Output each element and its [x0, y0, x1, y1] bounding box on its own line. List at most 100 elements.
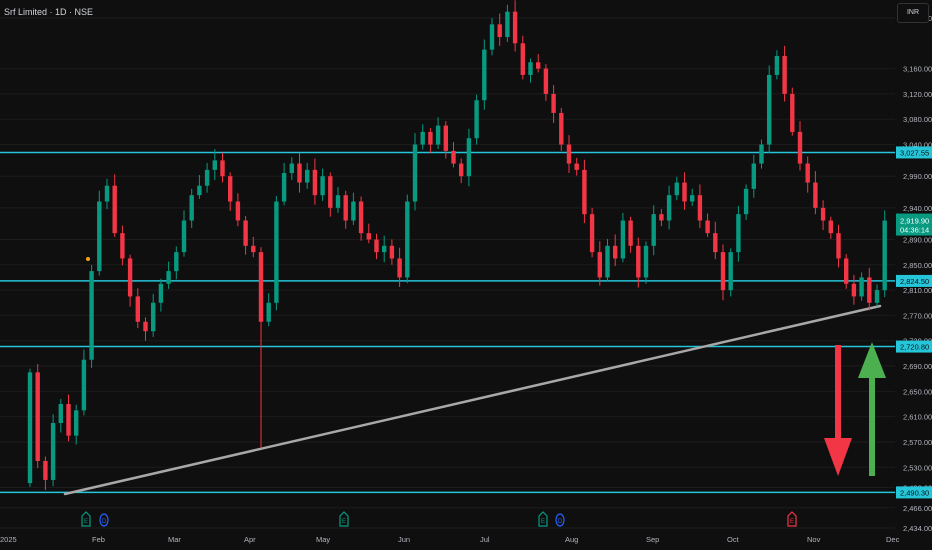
x-tick-label: Nov — [807, 535, 821, 544]
candle-body — [151, 302, 156, 332]
candle-body — [459, 163, 464, 177]
svg-text:E: E — [790, 519, 794, 525]
candle-body — [536, 62, 541, 69]
dividend-marker-icon[interactable]: D — [99, 513, 109, 527]
candle — [505, 4, 510, 43]
candle — [844, 254, 849, 289]
y-tick-label: 2,990.00 — [903, 172, 932, 181]
candle-body — [405, 201, 410, 278]
candle — [235, 193, 241, 227]
candle — [482, 39, 487, 110]
candle — [528, 58, 533, 83]
candle-body — [774, 55, 780, 75]
candle — [112, 174, 117, 237]
candle-body — [243, 220, 248, 246]
earnings-marker-icon[interactable]: E — [538, 511, 548, 527]
candle — [666, 185, 672, 230]
candle-body — [751, 163, 756, 189]
grid-lines — [0, 17, 895, 529]
candle-body — [736, 214, 741, 253]
horizontal-levels[interactable] — [0, 151, 895, 494]
earnings-marker-icon[interactable]: E — [787, 511, 797, 527]
candle-body — [859, 277, 864, 297]
y-tick-label: 3,120.00 — [903, 90, 932, 99]
candle-body — [104, 185, 110, 202]
event-markers[interactable]: EDEEDE — [81, 511, 797, 527]
candle-body — [204, 169, 210, 186]
candle-body — [728, 252, 733, 291]
candle-body — [466, 138, 472, 177]
candle-body — [112, 185, 117, 234]
candle — [759, 139, 764, 169]
candle-body — [820, 207, 826, 221]
trendline[interactable] — [63, 304, 882, 496]
candle — [836, 224, 841, 268]
dividend-marker-icon[interactable]: D — [555, 513, 565, 527]
candle — [266, 293, 271, 327]
candle-body — [366, 233, 371, 240]
candle — [74, 404, 79, 445]
candle-body — [35, 372, 40, 461]
x-tick-label: Mar — [168, 535, 181, 544]
candle — [204, 162, 210, 193]
y-tick-label: 2,434.00 — [903, 524, 932, 533]
symbol-title[interactable]: Srf Limited · 1D · NSE — [4, 7, 93, 17]
candle-body — [289, 163, 294, 174]
earnings-marker-icon[interactable]: E — [81, 511, 91, 527]
candle-body — [528, 62, 533, 75]
candle-body — [882, 220, 887, 291]
candle-body — [643, 245, 649, 278]
candle — [805, 156, 810, 193]
candle — [520, 35, 525, 80]
time-axis[interactable]: 2025 Feb Mar Apr May Jun Jul Aug Sep Oct Nov Dec — [0, 535, 900, 544]
candle-body — [212, 160, 217, 170]
candle-body — [759, 144, 764, 164]
candle-body — [181, 220, 187, 253]
candle-body — [50, 422, 56, 480]
candle — [643, 241, 649, 284]
candle — [281, 162, 287, 206]
candle — [651, 205, 656, 256]
candle-body — [597, 252, 602, 278]
candle — [335, 186, 341, 213]
candle — [690, 188, 695, 206]
candle — [512, 0, 518, 52]
candle-body — [320, 176, 325, 196]
candle-body — [613, 245, 618, 259]
candle-body — [297, 163, 302, 183]
candle-body — [135, 296, 140, 322]
candle — [320, 168, 325, 201]
candle — [81, 349, 87, 416]
candle-body — [836, 233, 841, 259]
candle-body — [497, 24, 502, 37]
arrow-down-icon[interactable] — [824, 345, 852, 476]
candle — [743, 184, 749, 220]
candle-body — [328, 176, 333, 208]
candle-body — [636, 245, 641, 278]
candle-body — [844, 258, 849, 284]
price-chart[interactable]: EDEEDE 3,240.003,160.003,120.003,080.003… — [0, 0, 932, 550]
candle-body — [682, 182, 687, 202]
candle-body — [797, 131, 803, 164]
candle — [551, 85, 556, 124]
candle — [813, 171, 818, 215]
candle — [174, 246, 179, 280]
candle — [882, 210, 887, 298]
candle-body — [235, 201, 241, 221]
candle — [566, 135, 572, 174]
candle — [89, 264, 94, 368]
candle — [127, 254, 133, 307]
candle — [435, 117, 441, 149]
currency-button[interactable]: INR — [897, 3, 929, 23]
arrow-up-icon[interactable] — [858, 342, 886, 476]
candle-body — [220, 160, 225, 177]
candle — [405, 194, 410, 284]
candle-body — [697, 195, 703, 221]
candle — [412, 133, 418, 211]
candle — [767, 65, 772, 153]
candle — [859, 272, 864, 301]
candle — [474, 94, 479, 145]
candle-body — [559, 112, 564, 145]
candle — [543, 64, 549, 101]
earnings-marker-icon[interactable]: E — [339, 511, 349, 527]
